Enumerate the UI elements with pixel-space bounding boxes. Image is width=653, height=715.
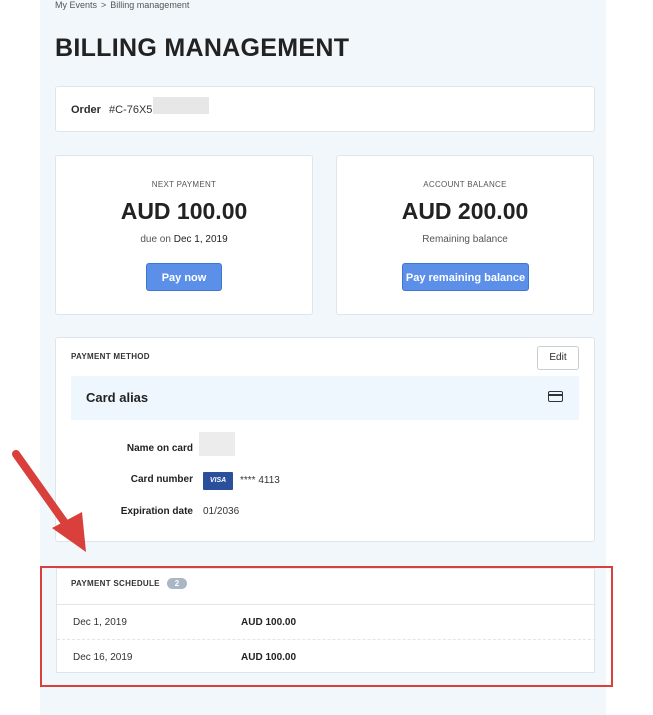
- account-balance-amount: AUD 200.00: [401, 198, 529, 224]
- name-redaction: [199, 432, 235, 456]
- credit-card-icon: [548, 391, 563, 402]
- order-card: Order #C-76X5: [55, 86, 595, 132]
- next-payment-card: NEXT PAYMENT AUD 100.00 due on Dec 1, 20…: [55, 155, 313, 315]
- order-id: #C-76X5: [109, 104, 153, 116]
- redaction: [153, 97, 209, 114]
- next-payment-due: due on Dec 1, 2019: [56, 234, 312, 245]
- card-number-value: **** 4113: [240, 475, 280, 486]
- breadcrumb-billing-management: Billing management: [110, 0, 190, 10]
- account-balance-label: ACCOUNT BALANCE: [423, 180, 507, 189]
- next-payment-amount: AUD 100.00: [120, 198, 248, 224]
- pay-now-button[interactable]: Pay now: [146, 263, 222, 291]
- pay-remaining-balance-button[interactable]: Pay remaining balance: [402, 263, 529, 291]
- edit-button[interactable]: Edit: [537, 346, 579, 370]
- visa-icon: VISA: [203, 472, 233, 490]
- card-alias-row: Card alias: [71, 376, 579, 420]
- breadcrumb: My Events > Billing management: [55, 0, 193, 10]
- payment-method-title: PAYMENT METHOD: [71, 352, 150, 361]
- order-label: Order: [71, 104, 101, 116]
- card-alias: Card alias: [86, 390, 149, 405]
- account-balance-card: ACCOUNT BALANCE AUD 200.00 Remaining bal…: [336, 155, 594, 315]
- breadcrumb-separator: >: [101, 0, 107, 10]
- annotation-highlight-box: [40, 566, 613, 687]
- annotation-arrow-icon: [12, 450, 86, 552]
- next-payment-label: NEXT PAYMENT: [151, 180, 217, 189]
- breadcrumb-my-events[interactable]: My Events: [55, 0, 97, 10]
- due-date: Dec 1, 2019: [173, 234, 228, 245]
- page-title: BILLING MANAGEMENT: [55, 34, 350, 62]
- payment-method-card: PAYMENT METHOD Edit Card alias Name on c…: [55, 337, 595, 542]
- due-prefix: due on: [140, 234, 171, 245]
- remaining-balance-text: Remaining balance: [422, 234, 508, 245]
- expiration-date-value: 01/2036: [203, 506, 240, 517]
